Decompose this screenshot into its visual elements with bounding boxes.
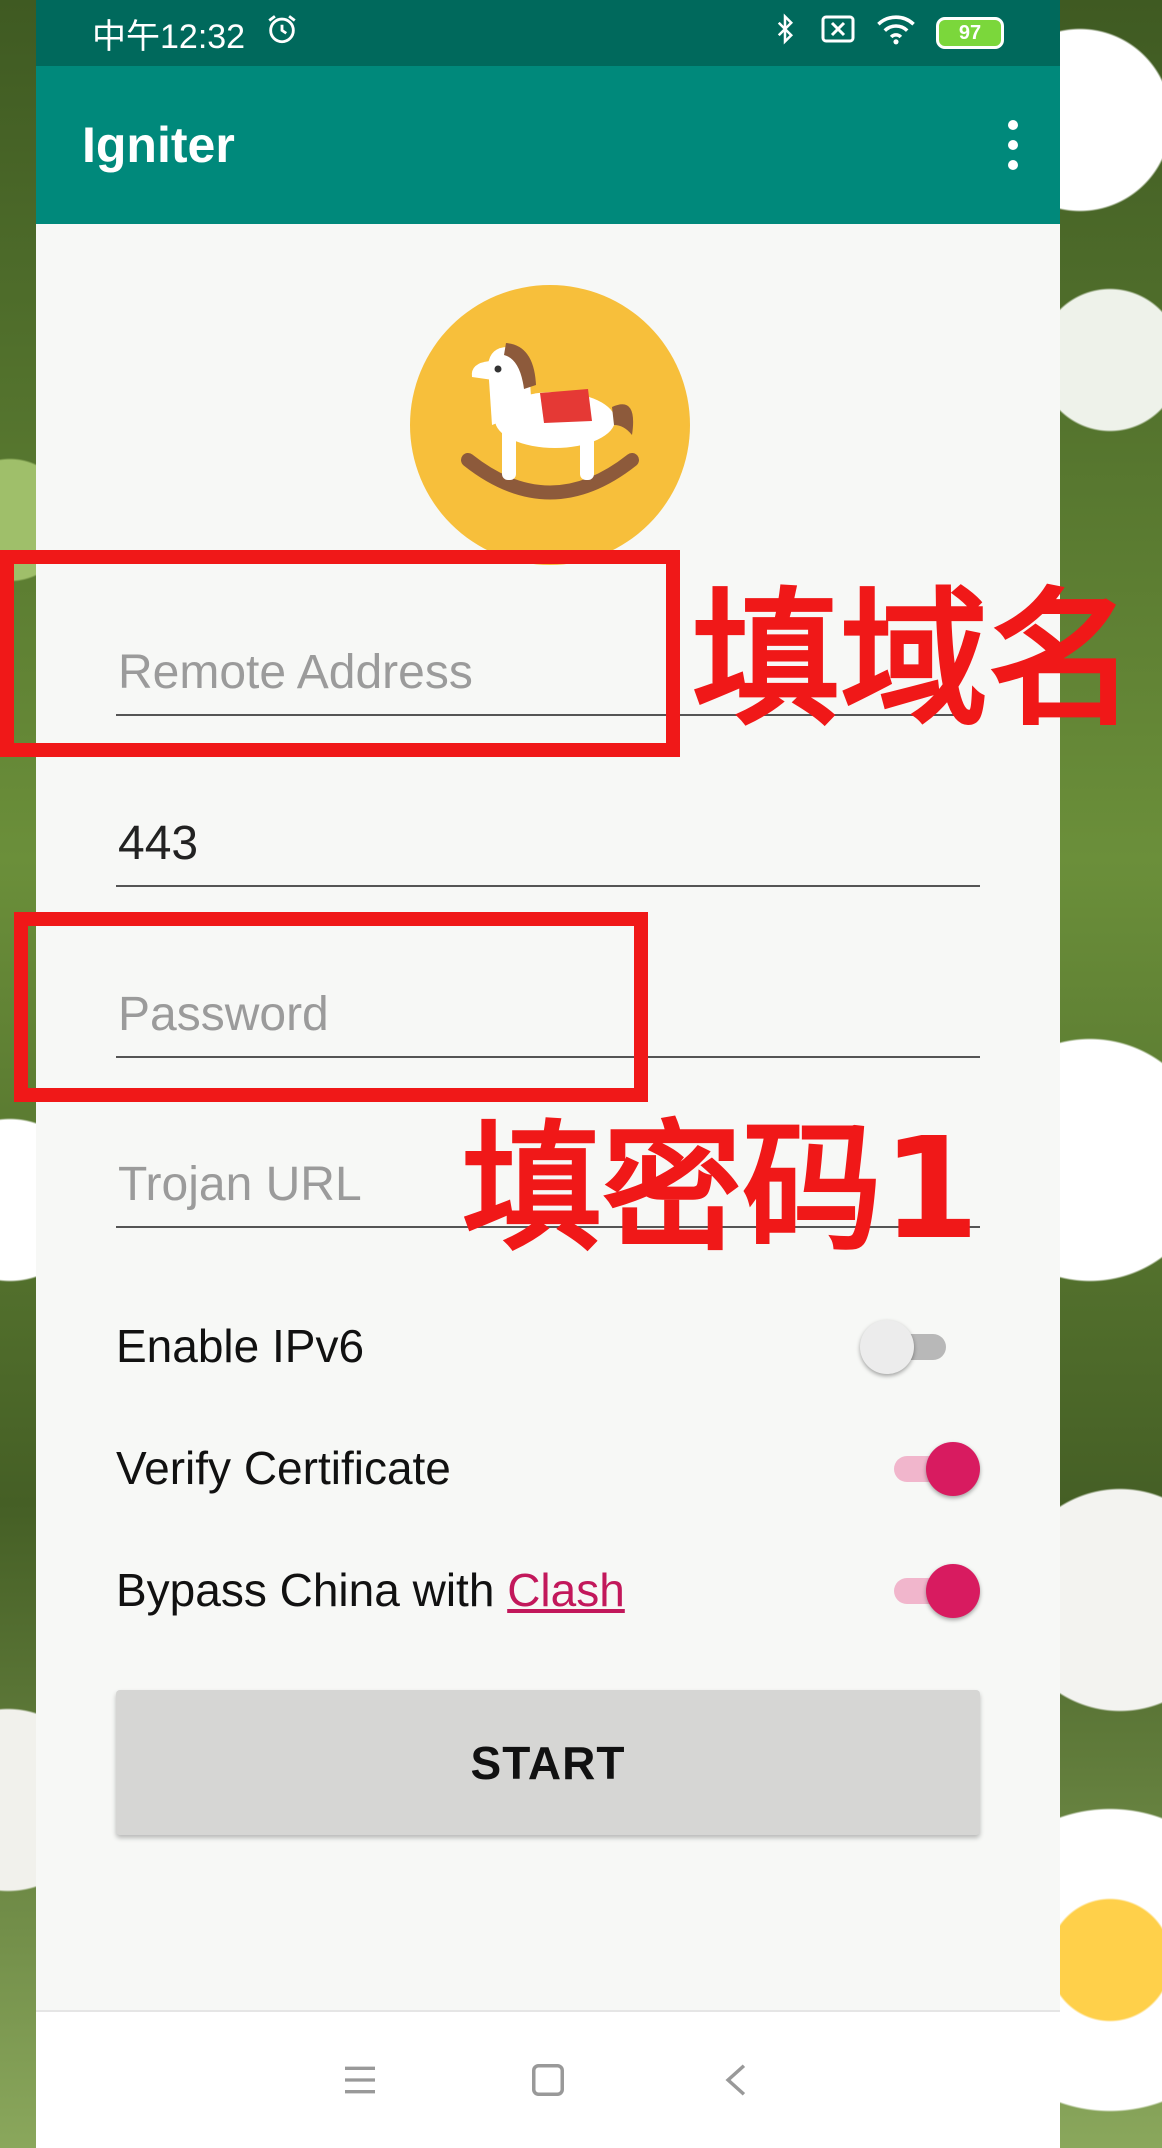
verify-certificate-switch-row: Verify Certificate (116, 1433, 980, 1503)
bluetooth-icon (770, 11, 800, 56)
status-time: 中午12:32 (92, 17, 246, 56)
rocking-horse-icon (410, 285, 690, 565)
app-title: Igniter (82, 117, 235, 173)
more-vert-icon[interactable] (1008, 120, 1018, 170)
wifi-icon (876, 13, 916, 54)
start-button[interactable]: START (116, 1690, 980, 1835)
app-bar: Igniter (36, 66, 1060, 224)
verify-certificate-label: Verify Certificate (116, 1442, 451, 1494)
bypass-china-label: Bypass China with Clash (116, 1564, 625, 1616)
ipv6-toggle[interactable] (860, 1316, 956, 1376)
back-icon[interactable] (701, 2045, 771, 2115)
status-bar: 中午12:32 97 (36, 0, 1060, 66)
navigation-bar (36, 2010, 1060, 2148)
password-annotation: 填密码1 (462, 1108, 980, 1271)
bypass-china-switch-row: Bypass China with Clash (116, 1555, 980, 1625)
menu-icon[interactable] (325, 2045, 395, 2115)
battery-icon: 97 (936, 17, 1004, 49)
alarm-icon (265, 12, 299, 55)
sim-icon (820, 14, 856, 53)
domain-annotation: 填域名 (692, 574, 1136, 746)
verify-certificate-toggle[interactable] (884, 1438, 980, 1498)
port-field[interactable] (116, 816, 984, 887)
password-highlight-box (14, 912, 648, 1102)
clash-link[interactable]: Clash (507, 1564, 625, 1616)
ipv6-label: Enable IPv6 (116, 1320, 365, 1372)
port-input[interactable] (116, 816, 984, 885)
home-icon[interactable] (513, 2045, 583, 2115)
remote-address-highlight-box (0, 550, 680, 757)
bypass-china-toggle[interactable] (884, 1560, 980, 1620)
ipv6-switch-row: Enable IPv6 (116, 1311, 980, 1381)
